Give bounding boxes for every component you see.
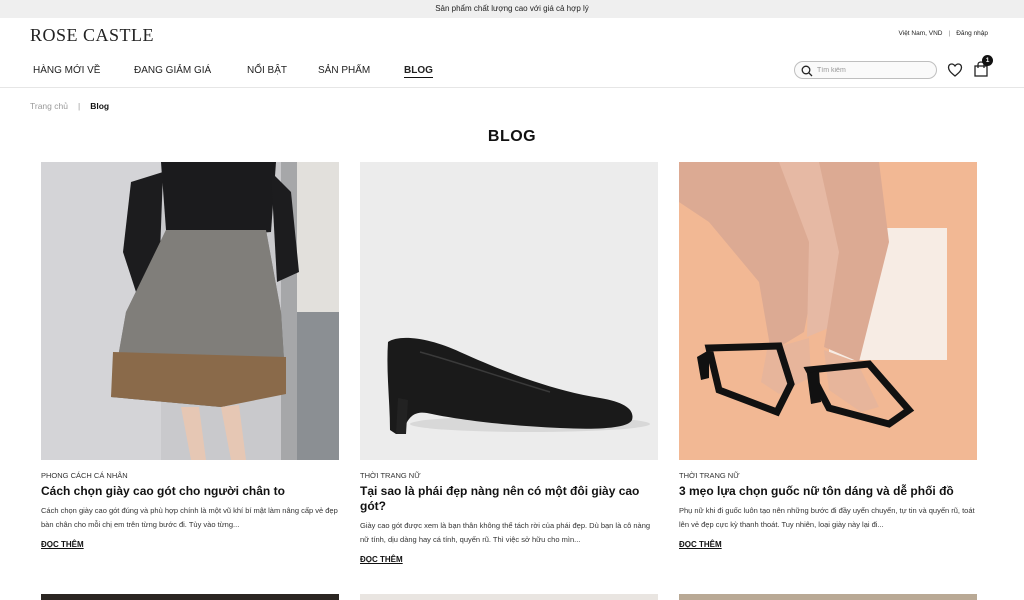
search-box	[794, 61, 937, 79]
post-image-strappy-mules[interactable]	[679, 162, 977, 460]
read-more-link[interactable]: ĐỌC THÊM	[360, 555, 403, 564]
breadcrumb-separator: |	[77, 101, 81, 111]
blog-card: THỜI TRANG NỮ 3 mẹo lựa chọn guốc nữ tôn…	[679, 162, 977, 552]
search-icon[interactable]	[801, 65, 813, 77]
page-title: BLOG	[487, 128, 537, 145]
post-image-skirt-outfit[interactable]	[41, 162, 339, 460]
announcement-text: Sản phẩm chất lượng cao với giá cả hợp l…	[435, 4, 589, 13]
post-title[interactable]: 3 mẹo lựa chọn guốc nữ tôn dáng và dễ ph…	[679, 484, 977, 499]
breadcrumb-current: Blog	[90, 101, 110, 111]
site-header: ROSE CASTLE Việt Nam, VND | Đăng nhập HÀ…	[0, 18, 1024, 88]
post-image-partial[interactable]	[679, 594, 977, 600]
utility-links: Việt Nam, VND | Đăng nhập	[899, 30, 988, 37]
blog-card: THỜI TRANG NỮ Tại sao là phái đẹp nàng n…	[360, 162, 658, 567]
post-title[interactable]: Cách chọn giày cao gót cho người chân to	[41, 484, 339, 499]
post-image-black-pump[interactable]	[360, 162, 658, 460]
main-nav: HÀNG MỚI VỀ ĐANG GIẢM GIÁ NỔI BẬT SẢN PH…	[33, 65, 433, 78]
blog-card: PHONG CÁCH CÁ NHÂN Cách chọn giày cao gó…	[41, 162, 339, 552]
nav-item-on-sale[interactable]: ĐANG GIẢM GIÁ	[134, 65, 247, 78]
nav-item-products[interactable]: SẢN PHẨM	[318, 65, 404, 78]
cart-count-badge: 1	[982, 55, 993, 66]
post-excerpt: Giày cao gót được xem là bạn thân không …	[360, 521, 651, 544]
post-image-partial[interactable]	[41, 594, 339, 600]
locale-selector[interactable]: Việt Nam, VND	[899, 30, 943, 37]
post-image-partial[interactable]	[360, 594, 658, 600]
post-excerpt: Cách chọn giày cao gót đúng và phù hợp c…	[41, 506, 338, 529]
wishlist-heart-icon[interactable]	[947, 62, 963, 78]
read-more-link[interactable]: ĐỌC THÊM	[679, 540, 722, 549]
post-category[interactable]: THỜI TRANG NỮ	[679, 471, 977, 480]
announcement-bar: Sản phẩm chất lượng cao với giá cả hợp l…	[0, 0, 1024, 18]
breadcrumb-home[interactable]: Trang chủ	[30, 101, 68, 111]
read-more-link[interactable]: ĐỌC THÊM	[41, 540, 84, 549]
login-link[interactable]: Đăng nhập	[956, 30, 988, 37]
utility-separator: |	[948, 30, 951, 37]
post-category[interactable]: PHONG CÁCH CÁ NHÂN	[41, 471, 339, 480]
nav-item-new-arrivals[interactable]: HÀNG MỚI VỀ	[33, 65, 134, 78]
post-excerpt: Phụ nữ khi đi guốc luôn tạo nên những bư…	[679, 506, 975, 529]
search-input[interactable]	[817, 64, 927, 77]
nav-item-featured[interactable]: NỔI BẬT	[247, 65, 318, 78]
logo[interactable]: ROSE CASTLE	[30, 25, 154, 46]
post-category[interactable]: THỜI TRANG NỮ	[360, 471, 658, 480]
breadcrumb: Trang chủ | Blog	[30, 101, 109, 111]
nav-item-blog[interactable]: BLOG	[404, 65, 433, 78]
post-title[interactable]: Tại sao là phái đẹp nàng nên có một đôi …	[360, 484, 658, 514]
